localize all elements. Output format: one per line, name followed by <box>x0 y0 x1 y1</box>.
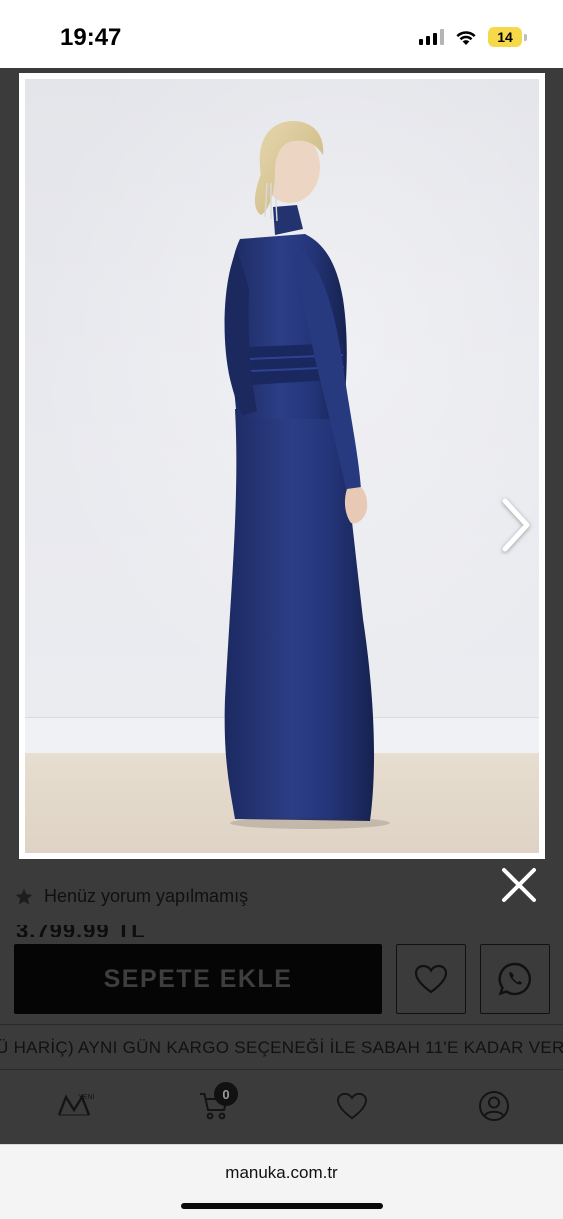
home-indicator <box>181 1203 383 1209</box>
status-bar: 19:47 14 <box>0 0 563 68</box>
close-icon <box>502 868 536 902</box>
battery-level: 14 <box>488 27 522 47</box>
cellular-signal-icon <box>419 29 444 45</box>
whatsapp-icon <box>498 962 531 996</box>
model-illustration <box>224 121 390 829</box>
account-icon <box>479 1091 509 1121</box>
cart-count-badge: 0 <box>214 1082 238 1106</box>
close-lightbox-button[interactable] <box>496 862 542 908</box>
wishlist-button[interactable] <box>396 944 466 1014</box>
logo-new-label: YENİ <box>78 1094 95 1101</box>
battery-icon: 14 <box>488 27 527 47</box>
product-image[interactable] <box>25 79 539 853</box>
star-icon <box>15 888 33 904</box>
whatsapp-button[interactable] <box>480 944 550 1014</box>
nav-favorites[interactable] <box>334 1088 370 1124</box>
announcement-text: Ü HARİÇ) AYNI GÜN KARGO SEÇENEĞİ İLE SAB… <box>0 1038 563 1057</box>
next-image-button[interactable] <box>491 493 539 557</box>
review-text: Henüz yorum yapılmamış <box>44 886 249 906</box>
add-to-cart-button[interactable]: SEPETE EKLE <box>14 944 382 1014</box>
nav-home-logo[interactable]: YENİ <box>44 1088 104 1124</box>
product-price: 3.799,99 TL <box>16 925 156 937</box>
announcement-bar: Ü HARİÇ) AYNI GÜN KARGO SEÇENEĞİ İLE SAB… <box>0 1024 563 1070</box>
status-icons: 14 <box>419 26 527 48</box>
chevron-right-icon <box>502 498 530 552</box>
review-summary: Henüz yorum yapılmamış <box>14 886 248 907</box>
image-lightbox <box>19 73 545 859</box>
wifi-icon <box>456 31 476 45</box>
heart-icon <box>337 1092 367 1120</box>
status-time: 19:47 <box>60 24 122 51</box>
heart-icon <box>414 964 448 994</box>
bottom-nav: YENİ 0 <box>0 1070 563 1144</box>
nav-account[interactable] <box>476 1088 512 1124</box>
browser-address-bar[interactable]: manuka.com.tr <box>0 1144 563 1219</box>
url-text[interactable]: manuka.com.tr <box>0 1163 563 1183</box>
